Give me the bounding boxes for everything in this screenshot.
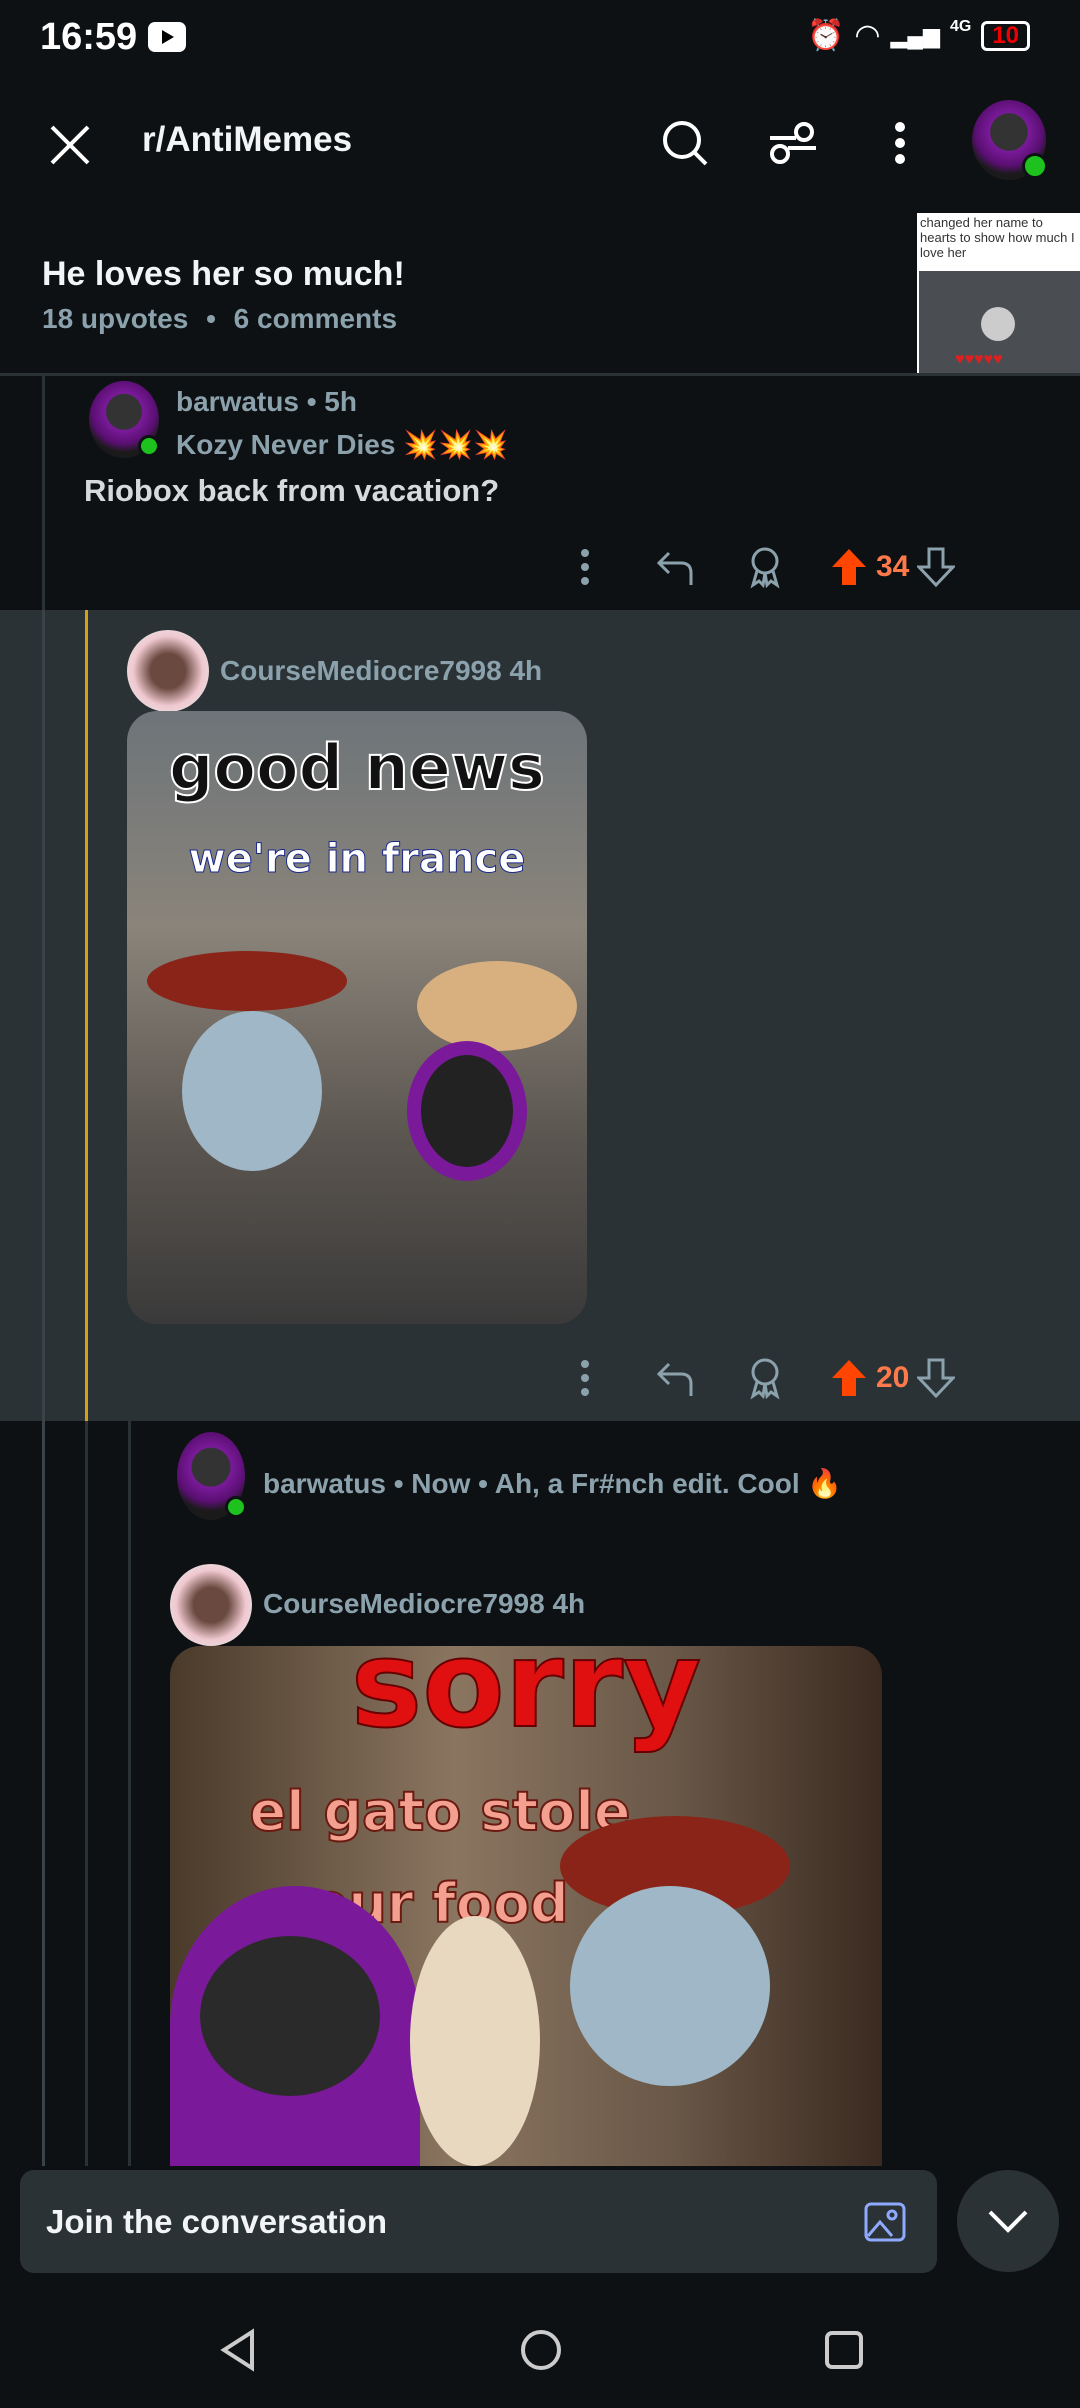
filter-icon	[770, 122, 816, 164]
comment-author[interactable]: CourseMediocre7998 4h	[220, 655, 542, 687]
username[interactable]: CourseMediocre7998	[220, 655, 502, 686]
more-options-button[interactable]	[870, 113, 930, 173]
filter-button[interactable]	[763, 113, 823, 173]
comment-avatar[interactable]	[127, 630, 209, 712]
composer-placeholder[interactable]: Join the conversation	[46, 2203, 387, 2241]
search-button[interactable]	[655, 113, 715, 173]
thread-line[interactable]	[85, 1421, 88, 2166]
comment-image[interactable]: sorry el gato stole our food	[170, 1646, 882, 2166]
comment-count: 6 comments	[233, 303, 398, 334]
comment-avatar[interactable]	[170, 1564, 252, 1646]
reply-icon	[656, 551, 693, 585]
username[interactable]: CourseMediocre7998	[263, 1588, 545, 1619]
comment-author[interactable]: barwatus • 5h	[176, 386, 357, 418]
upvote-button[interactable]	[830, 1358, 868, 1398]
upvote-button[interactable]	[830, 547, 868, 587]
post-thumbnail[interactable]: changed her name to hearts to show how m…	[917, 213, 1080, 373]
reply-button[interactable]	[630, 547, 720, 587]
search-icon	[663, 121, 708, 166]
thread-line	[42, 610, 45, 2166]
user-flair: Kozy Never Dies 💥💥💥	[176, 429, 508, 460]
more-icon	[895, 122, 905, 164]
upvote-icon	[832, 1360, 866, 1396]
award-icon	[750, 1358, 780, 1400]
post-meta: 18 upvotes • 6 comments	[42, 303, 397, 335]
post-title[interactable]: He loves her so much!	[42, 255, 405, 294]
award-icon	[750, 547, 780, 589]
downvote-button[interactable]	[917, 547, 956, 587]
vote-score: 34	[876, 550, 910, 583]
meme-caption-top: sorry	[350, 1646, 702, 1756]
comment-composer[interactable]: Join the conversation	[20, 2170, 937, 2273]
more-button[interactable]	[540, 1360, 630, 1396]
clock: 16:59	[40, 16, 138, 58]
system-navigation-bar	[0, 2300, 1080, 2408]
thumbnail-caption: changed her name to hearts to show how m…	[920, 215, 1075, 260]
close-button[interactable]	[40, 115, 100, 175]
username[interactable]: barwatus	[176, 386, 299, 417]
more-icon	[581, 1360, 589, 1396]
network-type: 4G	[949, 18, 972, 35]
subreddit-title[interactable]: r/AntiMemes	[142, 120, 352, 160]
more-icon	[581, 549, 589, 585]
comment-body: Riobox back from vacation?	[84, 473, 500, 508]
online-indicator	[138, 435, 160, 457]
thumbnail-screenshot: ♥♥♥♥♥	[919, 271, 1080, 373]
system-icons: ⏰ ◠ ▂▄▆ 4G 10	[807, 18, 1030, 53]
downvote-button[interactable]	[917, 1358, 956, 1398]
thread-accent-line[interactable]	[85, 610, 88, 1421]
alarm-icon: ⏰	[806, 19, 845, 52]
vote-score: 20	[876, 1361, 910, 1394]
online-indicator	[1022, 153, 1048, 179]
reply-button[interactable]	[630, 1358, 720, 1398]
comment-time: 4h	[509, 655, 543, 686]
battery-icon: 10	[981, 20, 1030, 51]
image-upload-icon[interactable]	[864, 2202, 906, 2242]
divider	[0, 373, 1080, 376]
youtube-notification-icon	[148, 22, 186, 52]
upvote-icon	[832, 549, 866, 585]
comment-author[interactable]: CourseMediocre7998 4h	[263, 1588, 585, 1620]
comment-body: • Now • Ah, a Fr#nch edit. Cool 🔥	[393, 1468, 843, 1499]
comment-inline: barwatus • Now • Ah, a Fr#nch edit. Cool…	[263, 1467, 842, 1500]
award-button[interactable]	[720, 1356, 810, 1400]
meme-caption-top: good news	[168, 730, 546, 805]
home-icon[interactable]	[519, 2328, 563, 2372]
back-icon[interactable]	[218, 2328, 258, 2372]
comment-time: • 5h	[306, 386, 357, 417]
comment-actions: 34	[540, 545, 956, 589]
more-button[interactable]	[540, 549, 630, 585]
username[interactable]: barwatus	[263, 1468, 386, 1499]
meme-caption-sub: we're in france	[188, 836, 526, 883]
downvote-icon	[917, 1358, 956, 1398]
upvote-count: 18 upvotes	[42, 303, 189, 334]
reply-icon	[656, 1362, 693, 1396]
comment-image[interactable]: good news we're in france	[127, 711, 587, 1324]
separator: •	[206, 303, 216, 334]
award-button[interactable]	[720, 545, 810, 589]
scroll-down-button[interactable]	[957, 2170, 1059, 2272]
downvote-icon	[917, 547, 956, 587]
online-indicator	[225, 1496, 247, 1518]
signal-icon: ▂▄▆	[890, 22, 940, 48]
chevron-down-icon	[988, 2210, 1028, 2233]
comment-time: 4h	[552, 1588, 586, 1619]
wifi-icon: ◠	[854, 19, 881, 52]
thread-line[interactable]	[128, 1421, 131, 2166]
comment-actions: 20	[540, 1356, 956, 1400]
close-icon	[50, 125, 90, 165]
status-bar: 16:59 ⏰ ◠ ▂▄▆ 4G 10	[0, 0, 1080, 80]
recents-icon[interactable]	[824, 2330, 864, 2370]
